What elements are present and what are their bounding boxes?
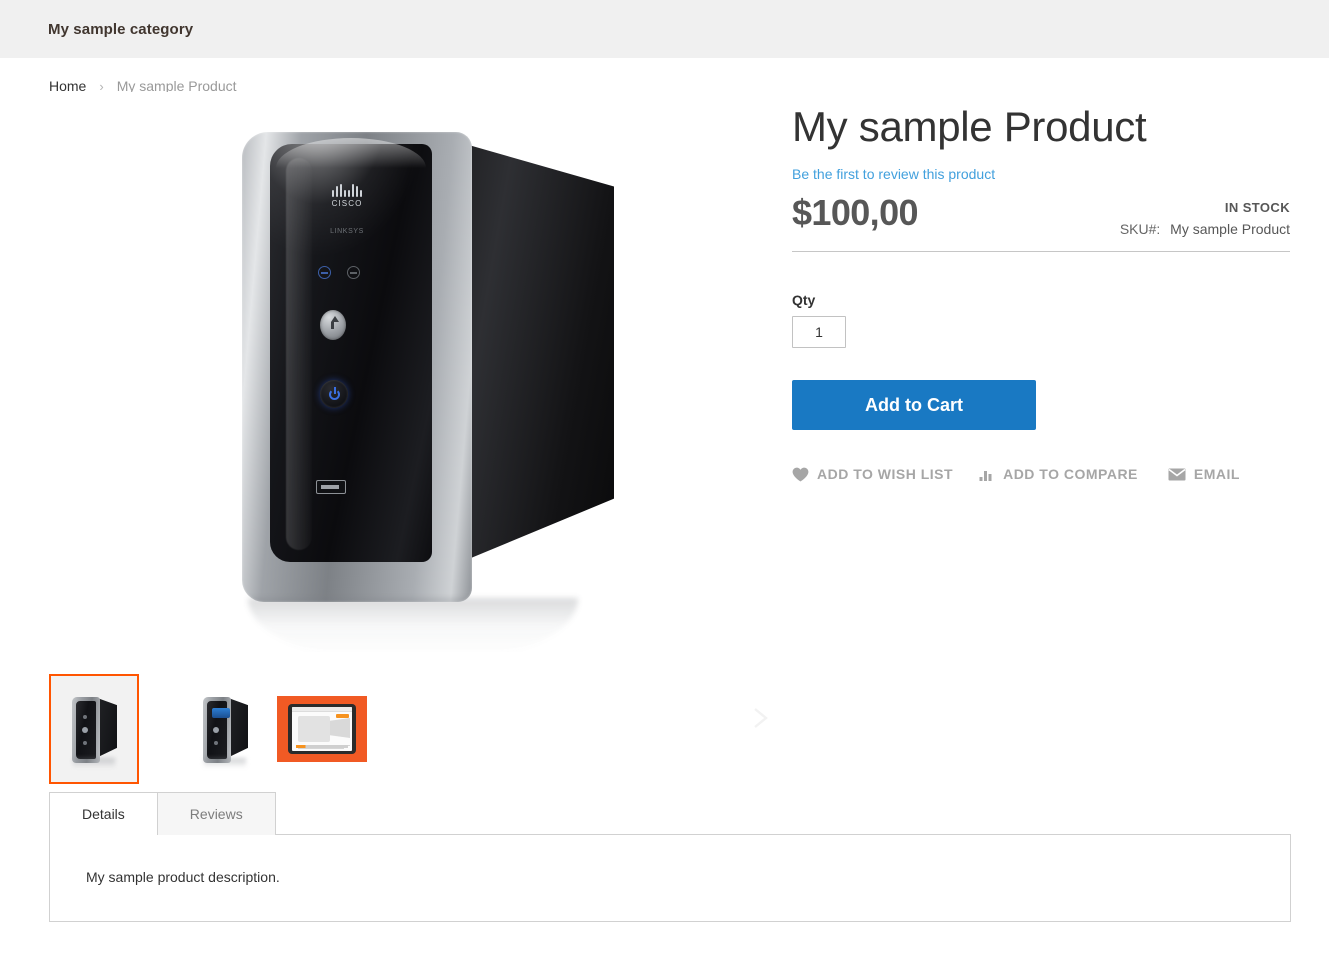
nas-sheen: [286, 158, 312, 550]
gallery-thumbnail-1[interactable]: [49, 674, 139, 784]
mini-screen-topbar: [292, 707, 352, 712]
mini-face-2: [207, 701, 230, 759]
linksys-wordmark: LINKSYS: [330, 228, 364, 235]
gallery-thumbnail-3[interactable]: [277, 696, 367, 762]
mini-screen-row: [298, 748, 344, 749]
mini-dot: [83, 741, 87, 745]
nas-usb-port-icon: [316, 480, 346, 494]
gallery-thumbnail-strip: [49, 674, 768, 784]
mini-face-1: [76, 701, 96, 759]
email-friend-button[interactable]: Email: [1168, 466, 1240, 482]
sku-value: My sample Product: [1170, 221, 1290, 237]
cisco-bars-icon: [316, 184, 378, 197]
tab-details[interactable]: Details: [49, 792, 158, 836]
heart-icon: [792, 467, 809, 482]
mini-screen-button: [336, 714, 349, 718]
add-to-compare-button[interactable]: Add to Compare: [979, 466, 1138, 482]
gallery-main-image[interactable]: CISCO LINKSYS: [49, 92, 749, 652]
add-to-compare-label: Add to Compare: [1003, 466, 1138, 482]
gallery-thumbnail-2[interactable]: [189, 685, 261, 773]
product-social-links: Add to Wish List Add to Compare: [792, 466, 1290, 482]
tab-reviews[interactable]: Reviews: [156, 792, 276, 835]
qty-label: Qty: [792, 292, 816, 308]
page-header-bar: My sample category: [0, 0, 1329, 58]
mini-nas-illustration-1: [71, 692, 117, 768]
cisco-wordmark: CISCO: [331, 199, 363, 208]
status-badge: IN STOCK: [1224, 200, 1290, 215]
category-title: My sample category: [48, 20, 194, 38]
product-info: My sample Product Be the first to review…: [792, 92, 1290, 482]
nas-status-leds: [318, 266, 376, 279]
product-sku: SKU#: My sample Product: [1120, 221, 1290, 237]
mini-dot: [214, 741, 218, 745]
product-price: $100,00: [792, 192, 919, 233]
add-review-link[interactable]: Be the first to review this product: [792, 166, 995, 182]
product-info-tabs: Details Reviews My sample product descri…: [49, 792, 1291, 922]
mini-tablet-screen: [292, 707, 352, 751]
tab-strip: Details Reviews: [49, 792, 1291, 836]
mini-lcd-screen: [212, 708, 230, 718]
breadcrumb: Home › My sample Product: [0, 58, 1329, 94]
mini-nas-illustration-2: [202, 692, 248, 768]
email-label: Email: [1193, 466, 1240, 482]
add-to-cart-button[interactable]: Add to Cart: [792, 380, 1036, 430]
mini-screen-panel: [298, 716, 330, 742]
envelope-icon: [1168, 468, 1186, 481]
led-disk-icon: [347, 266, 360, 279]
product-gallery: CISCO LINKSYS: [49, 92, 768, 784]
add-to-wishlist-button[interactable]: Add to Wish List: [792, 466, 953, 482]
tab-panel-details: My sample product description.: [49, 834, 1291, 922]
nas-eject-button-icon: [320, 310, 346, 340]
mini-reflection-2: [204, 758, 246, 768]
gallery-next-arrow-icon[interactable]: [741, 698, 781, 738]
mini-dot: [213, 727, 219, 733]
nas-device-illustration: CISCO LINKSYS: [234, 114, 624, 652]
nas-power-button-icon: [320, 380, 348, 408]
mini-reflection-1: [73, 758, 115, 768]
qty-block: Qty: [792, 292, 1290, 348]
qty-input[interactable]: [792, 316, 846, 348]
product-main: CISCO LINKSYS My sample Product Be the f…: [0, 92, 1329, 792]
page-title: My sample Product: [792, 103, 1147, 150]
sku-label: SKU#:: [1119, 221, 1161, 237]
mini-tablet-illustration: [288, 704, 356, 754]
mini-dot: [83, 715, 87, 719]
power-glyph-icon: [328, 386, 340, 400]
nas-reflection: [248, 598, 578, 652]
price-and-stock-row: $100,00 IN STOCK SKU#: My sample Product: [792, 190, 1290, 252]
bar-chart-icon: [979, 467, 995, 481]
stock-and-sku: IN STOCK SKU#: My sample Product: [1120, 200, 1290, 237]
cisco-logo: CISCO: [316, 184, 378, 208]
mini-screen-shape: [330, 718, 350, 738]
mini-dot: [82, 727, 88, 733]
product-description: My sample product description.: [86, 869, 280, 885]
add-to-wishlist-label: Add to Wish List: [817, 466, 954, 482]
mini-screen-footer: [296, 745, 348, 748]
led-network-icon: [318, 266, 331, 279]
